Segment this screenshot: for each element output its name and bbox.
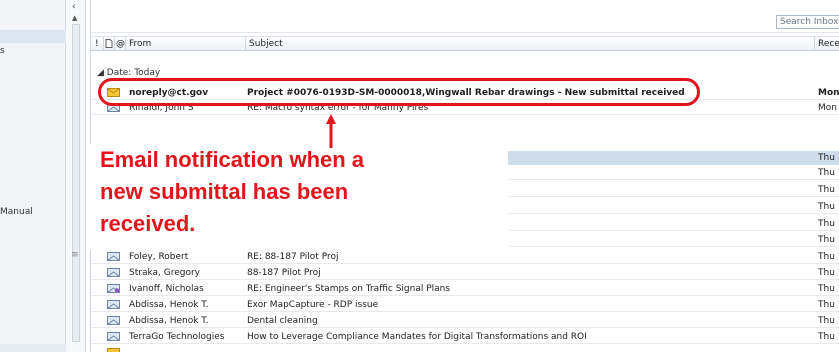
pane-splitter: ‹ ▲ ≡ bbox=[66, 0, 86, 352]
email-date: Thu 1 bbox=[818, 300, 839, 310]
envelope-read-icon bbox=[107, 316, 120, 325]
annotation-highlight-oval bbox=[98, 78, 700, 106]
date-group-header[interactable]: ◢ Date: Today bbox=[97, 68, 160, 78]
vertical-scrollbar[interactable] bbox=[72, 24, 80, 342]
annotation-arrow-icon bbox=[326, 114, 336, 148]
email-subject: How to Leverage Compliance Mandates for … bbox=[247, 332, 587, 342]
email-sender: Straka, Gregory bbox=[129, 268, 201, 278]
envelope-meeting-icon bbox=[107, 284, 120, 293]
nav-selected-band[interactable] bbox=[0, 30, 66, 43]
scrollbar-grip-icon[interactable]: ≡ bbox=[71, 250, 79, 260]
email-sender: TerraGo Technologies bbox=[129, 332, 225, 342]
email-date: Thu 1 bbox=[818, 252, 839, 262]
group-label: Date: Today bbox=[106, 68, 161, 78]
scroll-up-arrow-icon[interactable]: ▲ bbox=[72, 14, 77, 22]
email-sender: Abdissa, Henok T. bbox=[129, 316, 209, 326]
email-date: Thu 1 bbox=[818, 168, 839, 178]
envelope-read-icon bbox=[107, 252, 120, 261]
email-sender: Ivanoff, Nicholas bbox=[129, 284, 204, 294]
email-row[interactable]: Foley, Robert RE: 88-187 Pilot Proj Thu … bbox=[91, 250, 839, 264]
email-date: Mon bbox=[818, 103, 837, 113]
email-subject: RE: 88-187 Pilot Proj bbox=[247, 252, 339, 262]
email-date: Thu 1 bbox=[818, 153, 839, 163]
nav-item-truncated[interactable]: s bbox=[0, 46, 5, 56]
email-subject: Dental cleaning bbox=[247, 316, 318, 326]
email-subject: Exor MapCapture - RDP issue bbox=[247, 300, 379, 310]
nav-footer bbox=[0, 344, 66, 352]
email-row[interactable]: Ivanoff, Nicholas RE: Engineer's Stamps … bbox=[91, 282, 839, 296]
nav-item-manual[interactable]: Manual bbox=[0, 207, 33, 217]
envelope-read-icon bbox=[107, 268, 120, 277]
email-date: Thu 1 bbox=[818, 185, 839, 195]
attachment-column-icon[interactable]: @ bbox=[116, 39, 125, 49]
navigation-pane: s Manual bbox=[0, 0, 66, 352]
envelope-read-icon bbox=[107, 300, 120, 309]
email-row[interactable]: TerraGo Technologies How to Leverage Com… bbox=[91, 330, 839, 344]
envelope-read-icon bbox=[107, 348, 120, 352]
email-row[interactable]: Abdissa, Henok T. Exor MapCapture - RDP … bbox=[91, 298, 839, 312]
importance-column-icon[interactable]: ! bbox=[95, 39, 99, 49]
column-header-row: ! @ From Subject Rece bbox=[91, 36, 839, 51]
item-type-column-icon[interactable] bbox=[105, 39, 113, 51]
search-strip: Search Inbox ( bbox=[91, 0, 839, 33]
email-sender: Foley, Robert bbox=[129, 252, 189, 262]
subject-column-header[interactable]: Subject bbox=[249, 39, 283, 49]
email-row-partial[interactable] bbox=[91, 346, 839, 352]
email-row[interactable]: Straka, Gregory 88-187 Pilot Proj Thu 1 bbox=[91, 266, 839, 280]
email-date: Thu 1 bbox=[818, 202, 839, 212]
email-subject: 88-187 Pilot Proj bbox=[247, 268, 321, 278]
email-date: Thu 1 bbox=[818, 219, 839, 229]
received-column-header[interactable]: Rece bbox=[818, 39, 839, 49]
email-date: Mon bbox=[818, 88, 839, 98]
email-date: Thu 1 bbox=[818, 268, 839, 278]
from-column-header[interactable]: From bbox=[129, 39, 151, 49]
email-row[interactable]: Abdissa, Henok T. Dental cleaning Thu 1 bbox=[91, 314, 839, 328]
email-date: Thu 1 bbox=[818, 284, 839, 294]
email-date: Thu 1 bbox=[818, 316, 839, 326]
collapse-chevron-icon[interactable]: ‹ bbox=[72, 2, 76, 12]
annotation-callout-text: Email notification when a new submittal … bbox=[100, 147, 365, 236]
search-input[interactable]: Search Inbox ( bbox=[776, 15, 839, 29]
group-expand-icon[interactable]: ◢ bbox=[97, 68, 104, 78]
email-date: Thu 1 bbox=[818, 332, 839, 342]
email-subject: RE: Engineer's Stamps on Traffic Signal … bbox=[247, 284, 451, 294]
email-sender: Abdissa, Henok T. bbox=[129, 300, 209, 310]
email-date: Thu 1 bbox=[818, 235, 839, 245]
envelope-read-icon bbox=[107, 332, 120, 341]
